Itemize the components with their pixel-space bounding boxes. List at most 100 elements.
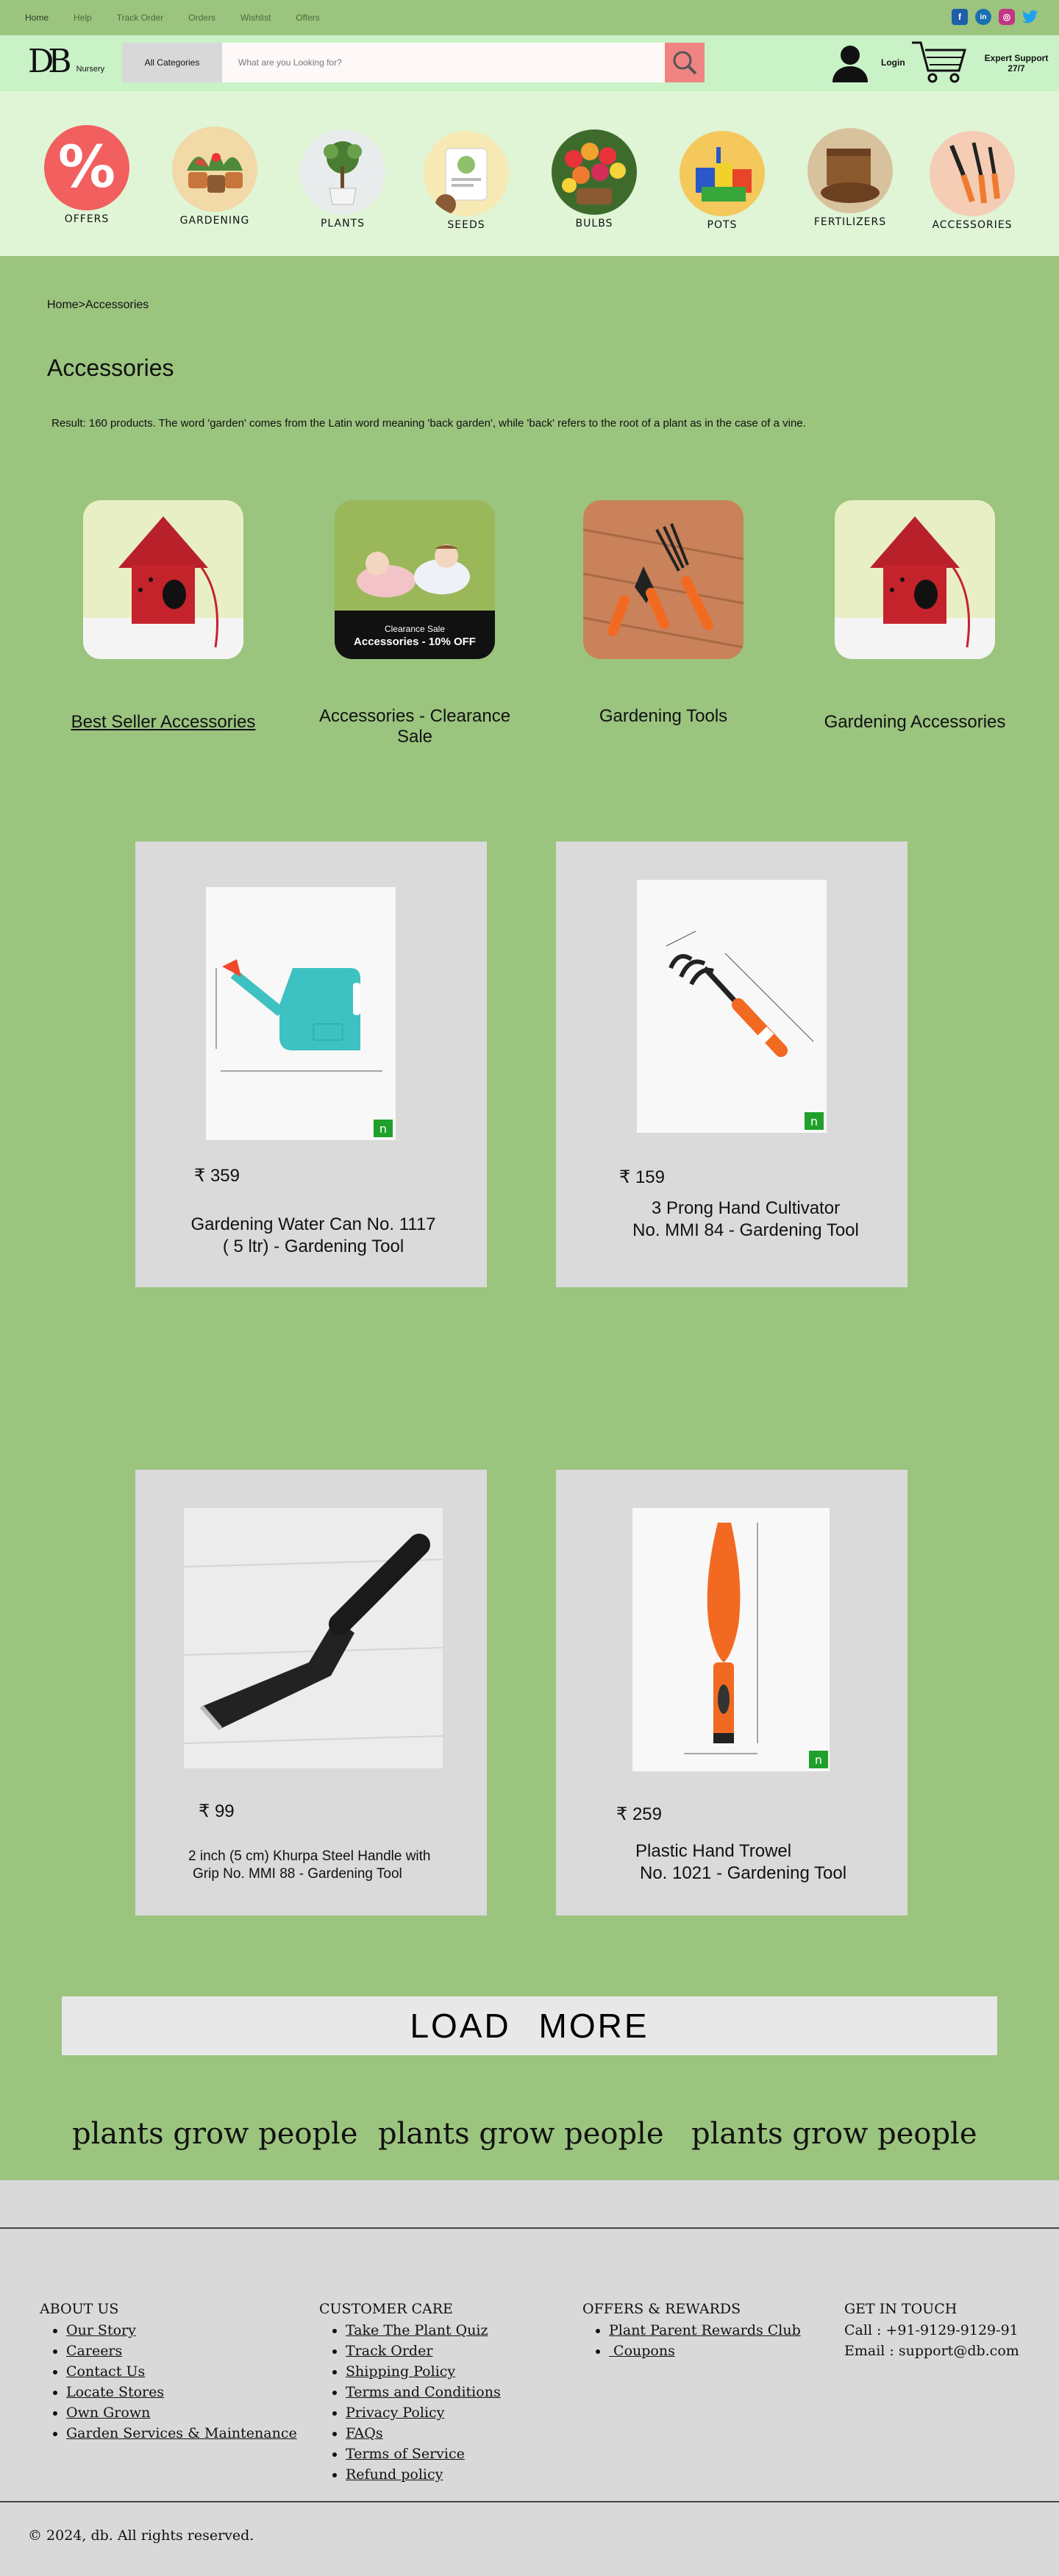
seeds-icon — [424, 131, 509, 216]
birdhouse-image — [83, 500, 243, 659]
product-name: Gardening Water Can No. 1117 ( 5 ltr) - … — [188, 1214, 438, 1258]
top-nav: Home Help Track Order Orders Wishlist Of… — [0, 0, 1059, 35]
tagline-text: plants grow people — [72, 2117, 358, 2151]
footer-link-terms-conditions[interactable]: Terms and Conditions — [346, 2382, 501, 2402]
footer-link-rewards-club[interactable]: Plant Parent Rewards Club — [609, 2320, 801, 2341]
nav-link-help[interactable]: Help — [74, 13, 92, 23]
fertilizer-icon — [807, 128, 893, 213]
product-name-line: 3 Prong Hand Cultivator — [651, 1198, 841, 1218]
category-offers[interactable]: % OFFERS — [35, 125, 138, 225]
bulbs-icon — [552, 129, 637, 215]
search-input[interactable] — [222, 43, 665, 82]
trowel-image: n — [632, 1508, 830, 1771]
product-price: ₹ 159 — [619, 1167, 665, 1187]
subcategory-clearance[interactable]: Clearance Sale Accessories - 10% OFF Acc… — [304, 500, 525, 747]
product-card[interactable]: n ₹ 359 Gardening Water Can No. 1117 ( 5… — [135, 842, 487, 1287]
category-gardening[interactable]: GARDENING — [163, 127, 266, 227]
product-card[interactable]: n ₹ 259 Plastic Hand Trowel No. 1021 - G… — [556, 1470, 908, 1915]
footer-link-own-grown[interactable]: Own Grown — [66, 2402, 297, 2423]
subcategory-best-seller[interactable]: Best Seller Accessories — [53, 500, 274, 733]
twitter-icon[interactable] — [1022, 9, 1038, 25]
subcategory-gardening-accessories[interactable]: Gardening Accessories — [805, 500, 1025, 733]
page-title: Accessories — [47, 355, 174, 381]
category-seeds[interactable]: SEEDS — [415, 131, 518, 231]
support-title: Expert Support — [984, 53, 1049, 63]
footer-link-privacy-policy[interactable]: Privacy Policy — [346, 2402, 501, 2423]
pots-icon — [680, 131, 765, 216]
product-price: ₹ 259 — [616, 1804, 662, 1824]
clearance-overlay-bottom: Accessories - 10% OFF — [354, 636, 476, 648]
category-label: ACCESSORIES — [932, 219, 1013, 231]
footer-link-locate-stores[interactable]: Locate Stores — [66, 2382, 297, 2402]
footer-link-faqs[interactable]: FAQs — [346, 2423, 501, 2444]
login-link[interactable]: Login — [881, 57, 905, 68]
result-text: Result: 160 products. The word 'garden' … — [51, 417, 806, 430]
category-label: FERTILIZERS — [813, 216, 887, 228]
svg-text:n: n — [379, 1122, 387, 1136]
product-name: 3 Prong Hand Cultivator No. MMI 84 - Gar… — [613, 1198, 878, 1242]
copyright-text: © 2024, db. All rights reserved. — [28, 2527, 254, 2544]
category-bulbs[interactable]: BULBS — [543, 129, 646, 230]
category-plants[interactable]: PLANTS — [291, 129, 394, 230]
footer-email[interactable]: Email : support@db.com — [844, 2341, 1019, 2361]
expert-support[interactable]: Expert Support 27/7 — [981, 53, 1052, 74]
support-hours: 27/7 — [1008, 63, 1025, 74]
product-name: Plastic Hand Trowel No. 1021 - Gardening… — [635, 1840, 885, 1885]
social-links: f in ◎ — [952, 9, 1038, 25]
footer-phone[interactable]: Call : +91-9129-9129-91 — [844, 2320, 1019, 2341]
footer-link-coupons[interactable]: Coupons — [609, 2341, 801, 2361]
breadcrumb[interactable]: Home>Accessories — [47, 299, 149, 312]
product-card[interactable]: n ₹ 159 3 Prong Hand Cultivator No. MMI … — [556, 842, 908, 1287]
category-dropdown[interactable]: All Categories — [122, 43, 222, 82]
category-label: SEEDS — [447, 219, 485, 231]
instagram-icon[interactable]: ◎ — [999, 9, 1015, 25]
category-label: GARDENING — [179, 215, 250, 227]
tools-icon — [930, 131, 1015, 216]
category-fertilizers[interactable]: FERTILIZERS — [799, 128, 902, 228]
subcategory-gardening-tools[interactable]: Gardening Tools — [553, 500, 774, 727]
nav-link-home[interactable]: Home — [25, 13, 49, 23]
clearance-image: Clearance Sale Accessories - 10% OFF — [335, 500, 495, 659]
nav-link-orders[interactable]: Orders — [188, 13, 215, 23]
nav-link-track-order[interactable]: Track Order — [117, 13, 164, 23]
footer-link-plant-quiz[interactable]: Take The Plant Quiz — [346, 2320, 501, 2341]
footer-link-garden-services[interactable]: Garden Services & Maintenance — [66, 2423, 297, 2444]
category-strip: % OFFERS GARDENING PLANTS SEEDS BULBS PO… — [0, 91, 1059, 256]
subcategory-label: Gardening Tools — [599, 706, 728, 726]
site-footer: ABOUT US Our Story Careers Contact Us Lo… — [0, 2180, 1059, 2576]
footer-link-our-story[interactable]: Our Story — [66, 2320, 297, 2341]
subcategory-label: Best Seller Accessories — [71, 712, 256, 732]
plant-icon — [300, 129, 385, 215]
top-nav-links: Home Help Track Order Orders Wishlist Of… — [25, 13, 320, 23]
footer-link-refund-policy[interactable]: Refund policy — [346, 2464, 501, 2485]
svg-text:n: n — [810, 1114, 818, 1128]
nav-link-wishlist[interactable]: Wishlist — [240, 13, 271, 23]
footer-link-careers[interactable]: Careers — [66, 2341, 297, 2361]
facebook-icon[interactable]: f — [952, 9, 968, 25]
svg-text:n: n — [815, 1753, 822, 1767]
cart-icon[interactable] — [910, 38, 969, 90]
category-accessories[interactable]: ACCESSORIES — [921, 131, 1024, 231]
brand-logo[interactable]: DB Nursery — [28, 46, 104, 78]
user-icon[interactable] — [830, 44, 871, 86]
search-button[interactable] — [665, 43, 705, 82]
linkedin-icon[interactable]: in — [975, 9, 991, 25]
nav-link-offers[interactable]: Offers — [296, 13, 319, 23]
footer-divider — [0, 2501, 1059, 2502]
clearance-overlay-top: Clearance Sale — [384, 624, 446, 634]
footer-heading: CUSTOMER CARE — [319, 2301, 453, 2317]
footer-link-terms-of-service[interactable]: Terms of Service — [346, 2444, 501, 2464]
category-label: BULBS — [575, 218, 613, 230]
site-header: DB Nursery All Categories Login Expert S… — [0, 35, 1059, 91]
footer-link-shipping-policy[interactable]: Shipping Policy — [346, 2361, 501, 2382]
footer-heading: ABOUT US — [40, 2301, 119, 2317]
footer-link-contact-us[interactable]: Contact Us — [66, 2361, 297, 2382]
category-pots[interactable]: POTS — [671, 131, 774, 231]
footer-link-track-order[interactable]: Track Order — [346, 2341, 501, 2361]
logo-mark: DB — [28, 43, 72, 80]
tagline-text: plants grow people — [691, 2117, 977, 2151]
load-more-button[interactable]: LOAD MORE — [62, 1996, 997, 2055]
product-card[interactable]: ₹ 99 2 inch (5 cm) Khurpa Steel Handle w… — [135, 1470, 487, 1915]
product-name-line: No. 1021 - Gardening Tool — [640, 1863, 847, 1883]
product-name-line: 2 inch (5 cm) Khurpa Steel Handle with — [188, 1849, 431, 1864]
